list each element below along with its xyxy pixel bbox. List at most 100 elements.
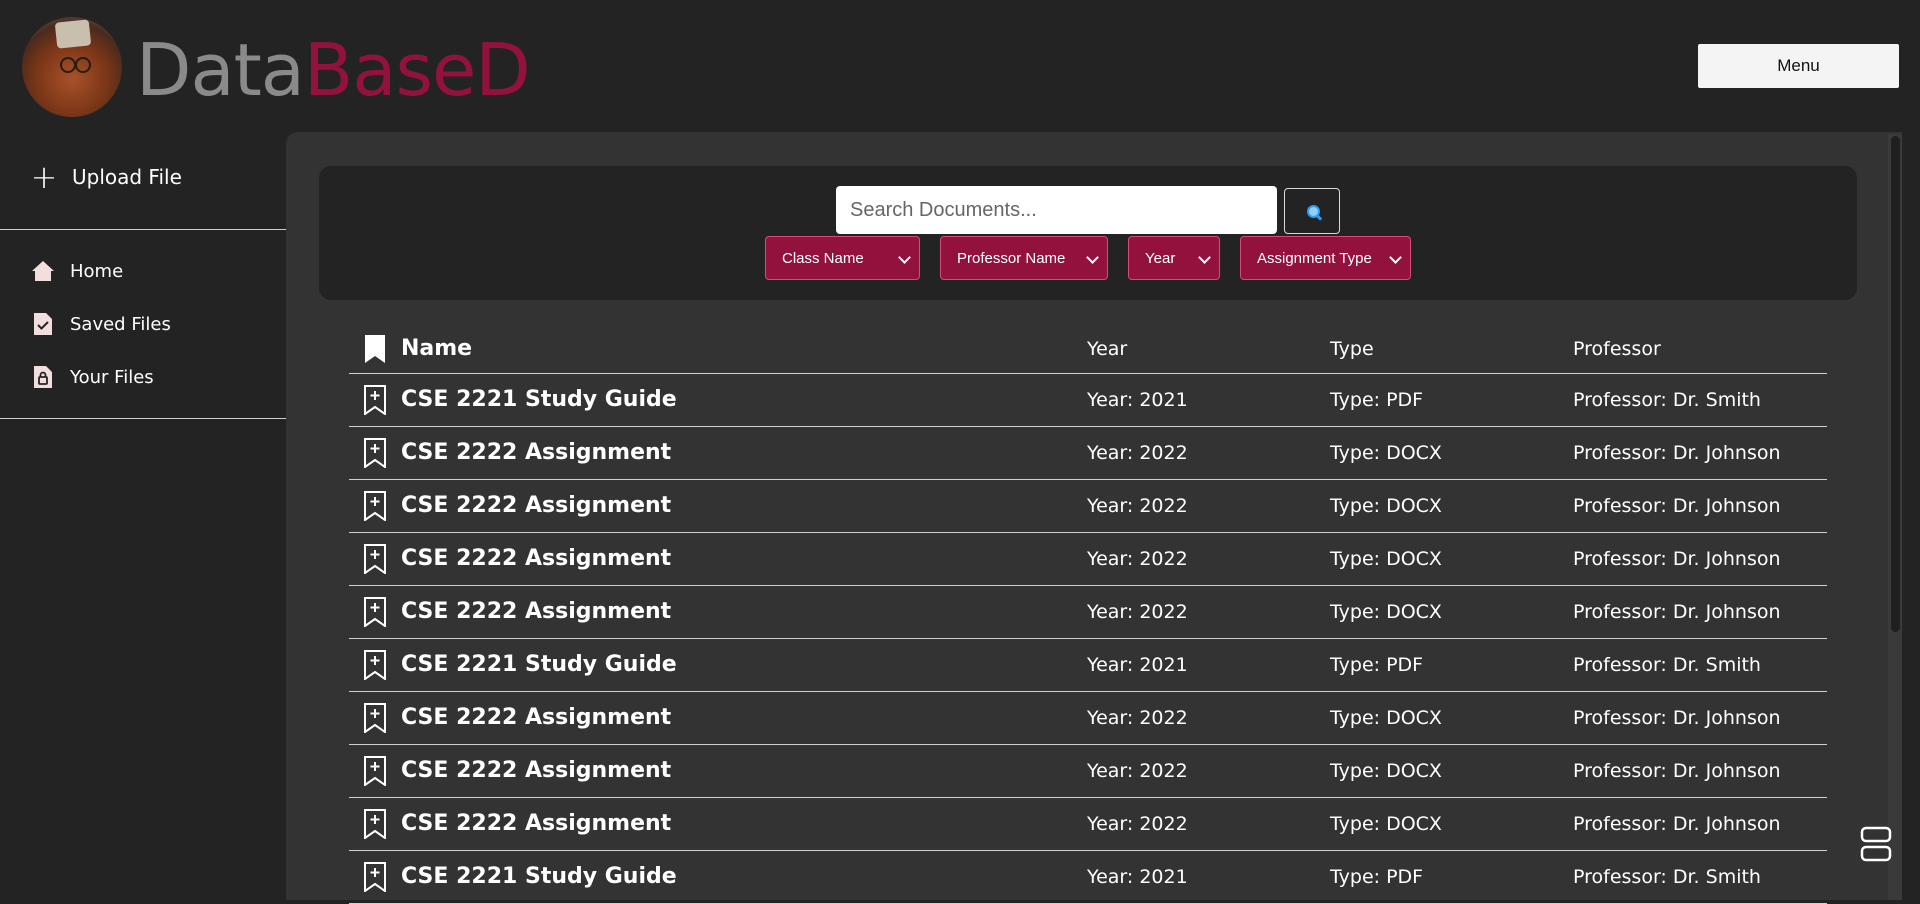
upload-file-label: Upload File [72, 165, 182, 189]
avatar-hat [54, 19, 92, 49]
file-name[interactable]: CSE 2221 Study Guide [401, 639, 677, 691]
file-professor: Professor: Dr. Johnson [1573, 601, 1781, 623]
bookmark-add-icon[interactable] [363, 756, 387, 786]
file-type: Type: DOCX [1330, 442, 1442, 464]
table-header: Name Year Type Professor [349, 326, 1827, 374]
chevron-down-icon [1086, 251, 1099, 264]
bookmark-add-icon[interactable] [363, 809, 387, 839]
file-year: Year: 2021 [1087, 654, 1188, 676]
table-row[interactable]: CSE 2222 Assignment Year: 2022 Type: DOCX P… [349, 480, 1827, 533]
file-year: Year: 2022 [1087, 707, 1188, 729]
logo-text-data: Data [136, 28, 305, 112]
bookmark-add-icon[interactable] [363, 438, 387, 468]
file-type: Type: PDF [1330, 654, 1424, 676]
avatar-glasses-right [75, 57, 91, 73]
file-type: Type: DOCX [1330, 495, 1442, 517]
locked-file-icon [34, 366, 52, 388]
file-year: Year: 2022 [1087, 760, 1188, 782]
table-row[interactable]: CSE 2221 Study Guide Year: 2021 Type: PDF P… [349, 374, 1827, 427]
file-year: Year: 2021 [1087, 389, 1188, 411]
file-type: Type: DOCX [1330, 760, 1442, 782]
file-professor: Professor: Dr. Johnson [1573, 707, 1781, 729]
magnifier-handle [1315, 214, 1323, 221]
filter-professor-name[interactable]: Professor Name [940, 236, 1108, 280]
sidebar: + Upload File Home Saved Files Your File… [0, 132, 286, 900]
upload-file-button[interactable]: + Upload File [30, 161, 182, 193]
logo-text-based: BaseD [303, 28, 531, 112]
file-year: Year: 2022 [1087, 548, 1188, 570]
table-row[interactable]: CSE 2222 Assignment Year: 2022 Type: DOCX P… [349, 798, 1827, 851]
file-professor: Professor: Dr. Smith [1573, 389, 1761, 411]
file-professor: Professor: Dr. Johnson [1573, 442, 1781, 464]
file-name[interactable]: CSE 2222 Assignment [401, 586, 671, 638]
filter-label: Professor Name [957, 249, 1066, 267]
file-professor: Professor: Dr. Johnson [1573, 813, 1781, 835]
avatar-glasses-left [60, 57, 76, 73]
search-input[interactable] [836, 186, 1277, 234]
table-row[interactable]: CSE 2222 Assignment Year: 2022 Type: DOCX P… [349, 745, 1827, 798]
table-row[interactable]: CSE 2222 Assignment Year: 2022 Type: DOCX P… [349, 692, 1827, 745]
column-header-year[interactable]: Year [1087, 326, 1127, 372]
logo-text: DataBaseD [136, 28, 531, 112]
bookmark-add-icon[interactable] [363, 491, 387, 521]
file-year: Year: 2022 [1087, 813, 1188, 835]
column-header-professor[interactable]: Professor [1573, 326, 1661, 372]
file-name[interactable]: CSE 2222 Assignment [401, 480, 671, 532]
sidebar-item-label: Your Files [70, 366, 154, 388]
file-year: Year: 2022 [1087, 495, 1188, 517]
table-row[interactable]: CSE 2222 Assignment Year: 2022 Type: DOCX P… [349, 533, 1827, 586]
file-name[interactable]: CSE 2221 Study Guide [401, 851, 677, 903]
file-name[interactable]: CSE 2221 Study Guide [401, 374, 677, 426]
file-year: Year: 2022 [1087, 442, 1188, 464]
file-name[interactable]: CSE 2222 Assignment [401, 533, 671, 585]
saved-file-icon [34, 313, 52, 335]
home-icon [32, 261, 54, 281]
layout-toggle-icon[interactable] [1860, 824, 1892, 864]
filter-assignment-type[interactable]: Assignment Type [1240, 236, 1411, 280]
bookmark-add-icon[interactable] [363, 703, 387, 733]
sidebar-item-saved-files[interactable]: Saved Files [30, 311, 171, 337]
table-row[interactable]: CSE 2221 Study Guide Year: 2021 Type: PDF P… [349, 851, 1827, 904]
file-name[interactable]: CSE 2222 Assignment [401, 798, 671, 850]
file-professor: Professor: Dr. Smith [1573, 866, 1761, 888]
chevron-down-icon [1198, 251, 1211, 264]
file-year: Year: 2022 [1087, 601, 1188, 623]
filter-class-name[interactable]: Class Name [765, 236, 920, 280]
file-name[interactable]: CSE 2222 Assignment [401, 427, 671, 479]
logo-avatar [22, 17, 122, 117]
bookmark-filled-icon[interactable] [363, 334, 387, 364]
header: DataBaseD Menu [0, 0, 1920, 132]
sidebar-item-home[interactable]: Home [30, 258, 123, 284]
file-name[interactable]: CSE 2222 Assignment [401, 692, 671, 744]
bookmark-add-icon[interactable] [363, 544, 387, 574]
file-professor: Professor: Dr. Smith [1573, 654, 1761, 676]
file-professor: Professor: Dr. Johnson [1573, 495, 1781, 517]
table-row[interactable]: CSE 2221 Study Guide Year: 2021 Type: PDF P… [349, 639, 1827, 692]
column-header-name[interactable]: Name [401, 326, 472, 372]
search-button[interactable] [1284, 188, 1340, 234]
table-row[interactable]: CSE 2222 Assignment Year: 2022 Type: DOCX P… [349, 586, 1827, 639]
filter-label: Year [1145, 249, 1176, 267]
sidebar-item-your-files[interactable]: Your Files [30, 364, 154, 390]
file-type: Type: PDF [1330, 389, 1424, 411]
table-row[interactable]: CSE 2222 Assignment Year: 2022 Type: DOCX P… [349, 427, 1827, 480]
file-year: Year: 2021 [1087, 866, 1188, 888]
column-header-type[interactable]: Type [1330, 326, 1374, 372]
bookmark-add-icon[interactable] [363, 650, 387, 680]
bookmark-add-icon[interactable] [363, 597, 387, 627]
sidebar-item-label: Home [70, 260, 124, 282]
file-type: Type: PDF [1330, 866, 1424, 888]
bookmark-add-icon[interactable] [363, 862, 387, 892]
file-name[interactable]: CSE 2222 Assignment [401, 745, 671, 797]
file-type: Type: DOCX [1330, 601, 1442, 623]
file-type: Type: DOCX [1330, 548, 1442, 570]
menu-button[interactable]: Menu [1698, 44, 1899, 88]
file-professor: Professor: Dr. Johnson [1573, 548, 1781, 570]
sidebar-divider-bottom [0, 418, 286, 419]
bookmark-add-icon[interactable] [363, 385, 387, 415]
filter-label: Class Name [782, 249, 864, 267]
sidebar-divider-top [0, 229, 286, 230]
scrollbar-thumb[interactable] [1891, 136, 1900, 632]
filter-year[interactable]: Year [1128, 236, 1220, 280]
file-professor: Professor: Dr. Johnson [1573, 760, 1781, 782]
